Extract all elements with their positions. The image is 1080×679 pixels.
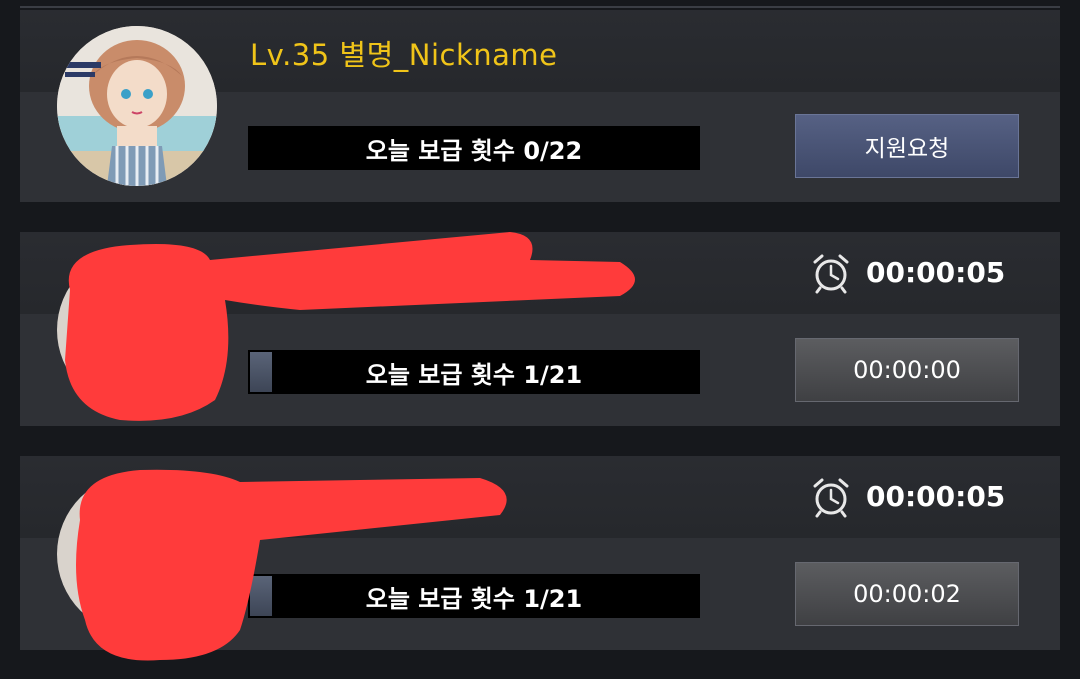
redaction-scribble xyxy=(76,469,507,661)
redaction-overlay xyxy=(65,232,635,661)
redaction-scribble xyxy=(65,232,635,421)
